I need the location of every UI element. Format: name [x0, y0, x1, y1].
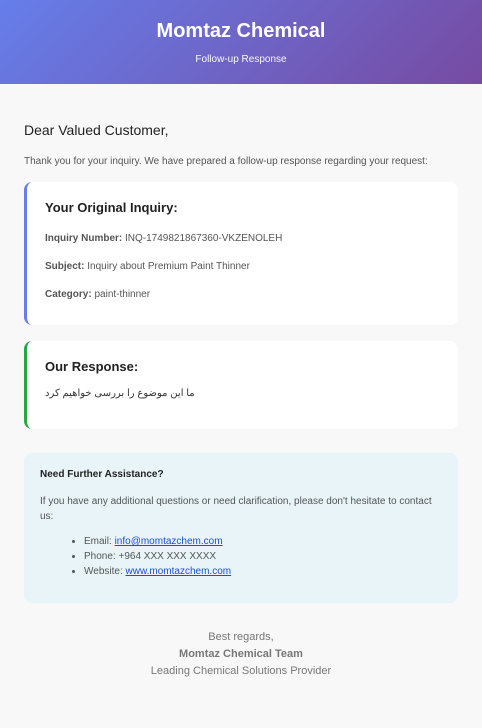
response-title: Our Response:: [45, 359, 139, 374]
contact-email: Email: info@momtazchem.com: [84, 534, 442, 549]
assistance-text: If you have any additional questions or …: [40, 496, 432, 522]
category-value: paint-thinner: [94, 289, 151, 300]
website-link[interactable]: www.momtazchem.com: [126, 566, 232, 577]
phone-value: +964 XXX XXX XXXX: [118, 551, 217, 562]
email-link[interactable]: info@momtazchem.com: [115, 536, 223, 547]
greeting: Dear Valued Customer,: [24, 122, 169, 138]
assistance-title: Need Further Assistance?: [40, 469, 164, 480]
category-row: Category: paint-thinner: [45, 289, 440, 300]
contact-website: Website: www.momtazchem.com: [84, 564, 442, 579]
team-name: Momtaz Chemical Team: [179, 648, 303, 660]
inquiry-number: INQ-1749821867360-VKZENOLEH: [125, 233, 283, 244]
header-subtitle: Follow-up Response: [195, 54, 287, 65]
inquiry-number-row: Inquiry Number: INQ-1749821867360-VKZENO…: [45, 233, 440, 244]
website-label: Website:: [84, 566, 123, 577]
original-inquiry-card: Your Original Inquiry: Inquiry Number: I…: [24, 182, 458, 325]
response-text: ما این موضوع را بررسی خواهیم کرد: [45, 388, 195, 399]
response-card: Our Response: ما این موضوع را بررسی خواه…: [24, 341, 458, 429]
assistance-box: Need Further Assistance? If you have any…: [24, 453, 458, 603]
regards: Best regards,: [208, 631, 274, 643]
subject-row: Subject: Inquiry about Premium Paint Thi…: [45, 261, 440, 272]
email-header: Momtaz Chemical Follow-up Response: [0, 0, 482, 84]
contact-list: Email: info@momtazchem.com Phone: +964 X…: [40, 534, 442, 579]
phone-label: Phone:: [84, 551, 116, 562]
intro-text: Thank you for your inquiry. We have prep…: [24, 156, 428, 167]
footer: Best regards, Momtaz Chemical Team Leadi…: [24, 629, 458, 680]
contact-phone: Phone: +964 XXX XXX XXXX: [84, 549, 442, 564]
company-title: Momtaz Chemical: [156, 20, 326, 42]
category-label: Category:: [45, 289, 92, 300]
subject-label: Subject:: [45, 261, 85, 272]
email-label: Email:: [84, 536, 112, 547]
inquiry-number-label: Inquiry Number:: [45, 233, 123, 244]
inquiry-title: Your Original Inquiry:: [45, 200, 178, 215]
subject-value: Inquiry about Premium Paint Thinner: [87, 261, 250, 272]
tagline: Leading Chemical Solutions Provider: [150, 665, 332, 677]
